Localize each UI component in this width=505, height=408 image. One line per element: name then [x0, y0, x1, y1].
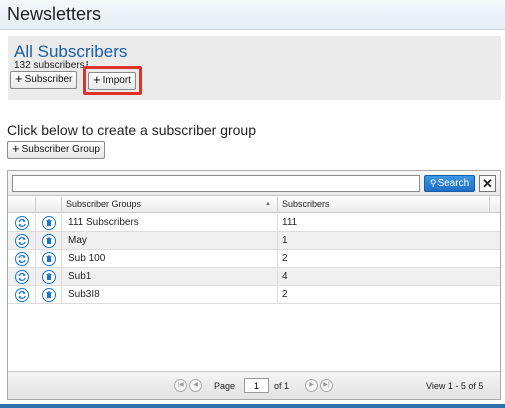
- table-row[interactable]: Sub 100 2: [8, 250, 500, 268]
- next-page-icon[interactable]: ▶: [305, 379, 318, 392]
- row-group-name: Sub 100: [62, 250, 278, 267]
- add-subscriber-button[interactable]: + Subscriber: [10, 71, 78, 89]
- add-subscriber-label: Subscriber: [24, 74, 73, 85]
- row-subscriber-count: 1: [282, 235, 288, 246]
- plus-icon: +: [15, 71, 23, 86]
- table-header: Subscriber Groups ▲ Subscribers: [8, 197, 500, 213]
- first-page-icon[interactable]: |◀: [174, 379, 187, 392]
- page-total-label: of 1: [274, 381, 290, 391]
- row-subscriber-count: 2: [282, 289, 288, 300]
- row-group-name: 111 Subscribers: [62, 214, 278, 231]
- column-header-groups[interactable]: Subscriber Groups ▲: [62, 197, 278, 212]
- page-number-input[interactable]: [244, 378, 269, 393]
- refresh-icon[interactable]: [15, 216, 29, 230]
- panel-title[interactable]: All Subscribers: [14, 42, 127, 62]
- subscriber-count: 132 subscribers⁝: [14, 60, 89, 71]
- add-group-label: Subscriber Group: [21, 144, 100, 155]
- grid-toolbar: ⚲Search ✕: [8, 171, 500, 196]
- last-page-icon[interactable]: ▶|: [320, 379, 333, 392]
- group-heading: Click below to create a subscriber group: [7, 122, 257, 138]
- delete-icon[interactable]: [42, 270, 56, 284]
- clear-search-button[interactable]: ✕: [479, 175, 496, 192]
- refresh-icon[interactable]: [15, 288, 29, 302]
- table-row[interactable]: 111 Subscribers 111: [8, 214, 500, 232]
- search-button[interactable]: ⚲Search: [424, 175, 475, 192]
- table-body: 111 Subscribers 111 May 1 Sub 100 2 Sub1…: [8, 214, 500, 304]
- column-header-subscribers[interactable]: Subscribers: [278, 197, 490, 212]
- delete-icon[interactable]: [42, 216, 56, 230]
- delete-icon[interactable]: [42, 234, 56, 248]
- page-header: Newsletters: [0, 0, 505, 30]
- search-button-label: Search: [437, 178, 470, 189]
- page-label: Page: [214, 381, 236, 391]
- table-row[interactable]: Sub1 4: [8, 268, 500, 286]
- bottom-border: [0, 404, 505, 408]
- search-icon: ⚲: [429, 178, 437, 188]
- previous-page-icon[interactable]: ◀: [189, 379, 202, 392]
- table-row[interactable]: May 1: [8, 232, 500, 250]
- row-subscriber-count: 111: [282, 217, 298, 228]
- all-subscribers-panel: All Subscribers 132 subscribers⁝: [8, 36, 501, 100]
- view-range-label: View 1 - 5 of 5: [426, 381, 484, 391]
- header-action-col-2: [36, 197, 62, 212]
- refresh-icon[interactable]: [15, 270, 29, 284]
- page-title: Newsletters: [7, 4, 102, 24]
- row-group-name: May: [62, 232, 278, 249]
- refresh-icon[interactable]: [15, 252, 29, 266]
- plus-icon: +: [12, 141, 20, 156]
- subscriber-count-text: 132 subscribers: [14, 60, 85, 71]
- subscriber-groups-grid: ⚲Search ✕ Subscriber Groups ▲ Subscriber…: [7, 170, 501, 400]
- search-input[interactable]: [12, 175, 420, 192]
- delete-icon[interactable]: [42, 288, 56, 302]
- row-group-name: Sub1: [62, 268, 278, 285]
- row-subscriber-count: 4: [282, 271, 288, 282]
- plus-icon: +: [93, 72, 101, 87]
- refresh-icon[interactable]: [15, 234, 29, 248]
- header-action-col-1: [8, 197, 36, 212]
- sort-ascending-icon: ▲: [265, 201, 271, 207]
- add-subscriber-group-button[interactable]: + Subscriber Group: [7, 141, 105, 159]
- pager: |◀ ◀ Page of 1 ▶ ▶| View 1 - 5 of 5: [8, 371, 500, 399]
- delete-icon[interactable]: [42, 252, 56, 266]
- table-row[interactable]: Sub3I8 2: [8, 286, 500, 304]
- column-header-groups-label: Subscriber Groups: [66, 199, 142, 209]
- row-subscriber-count: 2: [282, 253, 288, 264]
- import-label: Import: [102, 75, 131, 86]
- row-group-name: Sub3I8: [62, 286, 278, 303]
- import-button[interactable]: + Import: [88, 72, 136, 90]
